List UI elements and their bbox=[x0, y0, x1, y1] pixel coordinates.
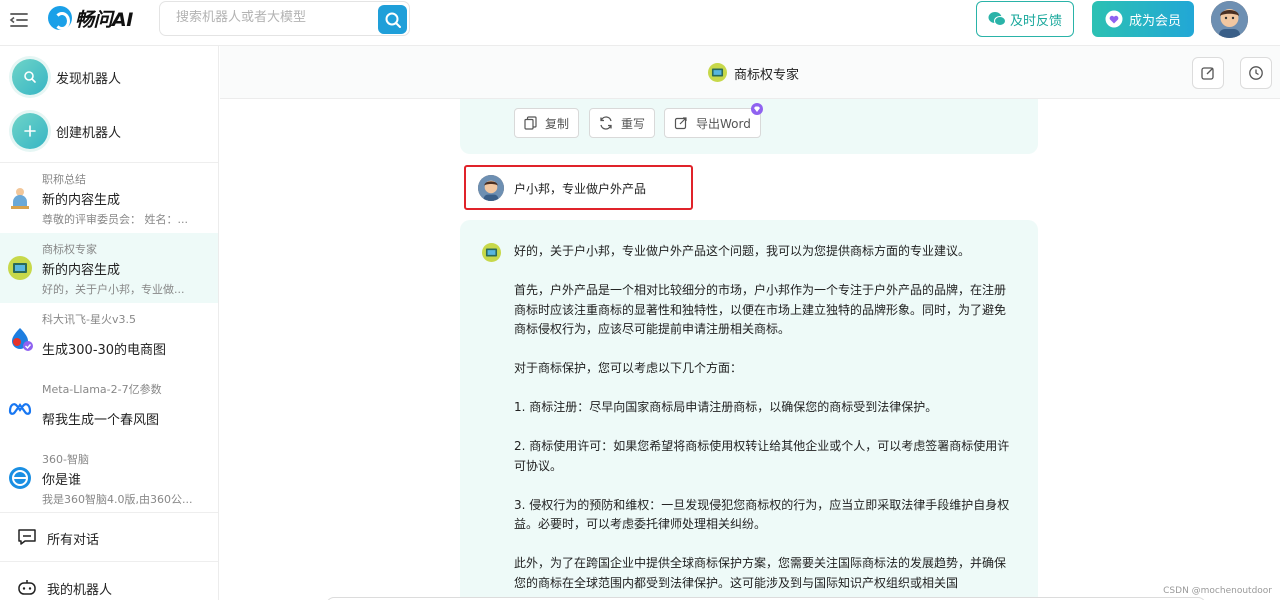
360-bot-icon bbox=[8, 466, 32, 490]
clock-icon bbox=[1249, 66, 1263, 80]
all-conversations-link[interactable]: 所有对话 bbox=[0, 513, 218, 561]
conversation-title: 帮我生成一个春风图 bbox=[42, 413, 160, 428]
new-chat-button[interactable] bbox=[1192, 57, 1224, 89]
conversation-preview: 尊敬的评审委员会： 姓名：... bbox=[42, 213, 188, 226]
export-word-button[interactable]: 导出Word bbox=[664, 108, 761, 138]
vip-heart-icon bbox=[1105, 10, 1123, 28]
search-button[interactable] bbox=[378, 5, 407, 34]
previous-bot-message: 复制 重写 导出Word bbox=[460, 99, 1038, 154]
trademark-bot-icon bbox=[482, 243, 501, 262]
conversation-bot-name: 职称总结 bbox=[42, 173, 86, 186]
wechat-icon bbox=[988, 12, 1006, 26]
search-input[interactable] bbox=[176, 10, 376, 25]
bot-paragraph: 1. 商标注册：尽早向国家商标局申请注册商标，以确保您的商标受到法律保护。 bbox=[514, 400, 938, 414]
edit-icon bbox=[1201, 67, 1214, 80]
my-bots-link[interactable]: 我的机器人 bbox=[0, 563, 218, 600]
conversation-item-active[interactable]: 商标权专家 新的内容生成 好的，关于户小邦，专业做... bbox=[0, 233, 218, 303]
rewrite-button[interactable]: 重写 bbox=[589, 108, 656, 138]
user-message: 户小邦，专业做户外产品 bbox=[464, 165, 693, 210]
bot-paragraph: 首先，户外产品是一个相对比较细分的市场，户小邦作为一个专注于户外产品的品牌，在注… bbox=[514, 283, 1007, 336]
conversation-item[interactable]: 职称总结 新的内容生成 尊敬的评审委员会： 姓名：... bbox=[0, 163, 218, 233]
rewrite-label: 重写 bbox=[621, 116, 646, 131]
vip-badge-icon bbox=[751, 103, 763, 115]
create-bot-button[interactable]: 创建机器人 bbox=[0, 104, 218, 158]
logo-icon bbox=[48, 6, 72, 30]
discover-bots-label: 发现机器人 bbox=[56, 71, 122, 87]
chat-header: 商标权专家 bbox=[220, 46, 1280, 99]
spark-bot-icon bbox=[8, 326, 33, 351]
member-label: 成为会员 bbox=[1128, 13, 1181, 29]
logo-text: 畅问AI bbox=[75, 8, 133, 31]
conversation-title: 生成300-30的电商图 bbox=[42, 343, 167, 358]
divider bbox=[0, 561, 218, 562]
discover-bots-button[interactable]: 发现机器人 bbox=[0, 50, 218, 104]
feedback-button[interactable]: 及时反馈 bbox=[976, 1, 1074, 37]
bot-paragraph: 3. 侵权行为的预防和维权：一旦发现侵犯您商标权的行为，应当立即采取法律手段维护… bbox=[514, 497, 1010, 532]
conversation-item[interactable]: 360-智脑 你是谁 我是360智脑4.0版,由360公... bbox=[0, 443, 218, 513]
search-icon bbox=[12, 59, 48, 95]
history-button[interactable] bbox=[1240, 57, 1272, 89]
top-bar: 畅问AI 及时反馈 成为会员 bbox=[0, 0, 1280, 46]
export-icon bbox=[674, 117, 687, 130]
chat-bot-name: 商标权专家 bbox=[734, 68, 800, 83]
bot-message-body: 好的，关于户小邦，专业做户外产品这个问题，我可以为您提供商标方面的专业建议。 首… bbox=[514, 242, 1014, 600]
user-avatar bbox=[478, 175, 504, 201]
export-word-label: 导出Word bbox=[696, 116, 751, 131]
all-conversations-label: 所有对话 bbox=[47, 533, 100, 548]
copy-icon bbox=[524, 116, 537, 130]
main-panel: 商标权专家 复制 重写 导出Word 户小邦，专业做户外产品 好的，关于户小邦，… bbox=[220, 46, 1280, 600]
conversation-bot-name: 360-智脑 bbox=[42, 453, 89, 466]
sidebar: 发现机器人 创建机器人 职称总结 新的内容生成 尊敬的评审委员会： 姓名：... bbox=[0, 46, 219, 600]
feedback-label: 及时反馈 bbox=[1009, 13, 1062, 29]
chat-bubble-icon bbox=[17, 527, 37, 547]
conversation-title: 新的内容生成 bbox=[42, 193, 121, 208]
conversation-preview: 我是360智脑4.0版,由360公... bbox=[42, 493, 193, 506]
search-box bbox=[159, 1, 410, 36]
bot-paragraph: 好的，关于户小邦，专业做户外产品这个问题，我可以为您提供商标方面的专业建议。 bbox=[514, 244, 971, 258]
meta-bot-icon bbox=[8, 396, 32, 420]
conversation-bot-name: 商标权专家 bbox=[42, 243, 97, 256]
user-avatar[interactable] bbox=[1211, 1, 1248, 38]
conversation-bot-name: Meta-Llama-2-7亿参数 bbox=[42, 383, 162, 396]
bot-paragraph: 2. 商标使用许可：如果您希望将商标使用权转让给其他企业或个人，可以考虑签署商标… bbox=[514, 439, 1010, 473]
my-bots-label: 我的机器人 bbox=[47, 583, 113, 598]
copy-label: 复制 bbox=[545, 116, 570, 131]
app-logo[interactable]: 畅问AI bbox=[48, 5, 133, 31]
bot-message: 好的，关于户小邦，专业做户外产品这个问题，我可以为您提供商标方面的专业建议。 首… bbox=[460, 220, 1038, 600]
conversation-item[interactable]: Meta-Llama-2-7亿参数 帮我生成一个春风图 bbox=[0, 373, 218, 443]
user-message-text: 户小邦，专业做户外产品 bbox=[514, 182, 647, 196]
bot-paragraph: 此外，为了在跨国企业中提供全球商标保护方案，您需要关注国际商标法的发展趋势，并确… bbox=[514, 556, 1007, 590]
robot-icon bbox=[17, 577, 37, 597]
become-member-button[interactable]: 成为会员 bbox=[1092, 1, 1194, 37]
bot-paragraph: 对于商标保护，您可以考虑以下几个方面： bbox=[514, 361, 743, 375]
professional-bot-icon bbox=[8, 186, 32, 210]
chat-area: 复制 重写 导出Word 户小邦，专业做户外产品 好的，关于户小邦，专业做户外产… bbox=[220, 99, 1280, 600]
plus-icon bbox=[12, 113, 48, 149]
refresh-icon bbox=[600, 116, 612, 130]
watermark: CSDN @mochenoutdoor bbox=[1163, 586, 1272, 596]
copy-button[interactable]: 复制 bbox=[514, 108, 580, 138]
trademark-bot-icon bbox=[8, 256, 32, 280]
menu-collapse-icon[interactable] bbox=[8, 9, 30, 31]
trademark-bot-icon bbox=[708, 63, 727, 82]
create-bot-label: 创建机器人 bbox=[56, 125, 122, 141]
conversation-item[interactable]: 科大讯飞-星火v3.5 生成300-30的电商图 bbox=[0, 303, 218, 373]
conversation-title: 你是谁 bbox=[42, 473, 82, 488]
conversation-preview: 好的，关于户小邦，专业做... bbox=[42, 283, 185, 296]
conversation-title: 新的内容生成 bbox=[42, 263, 121, 278]
search-icon bbox=[385, 12, 401, 28]
conversation-bot-name: 科大讯飞-星火v3.5 bbox=[42, 313, 136, 326]
